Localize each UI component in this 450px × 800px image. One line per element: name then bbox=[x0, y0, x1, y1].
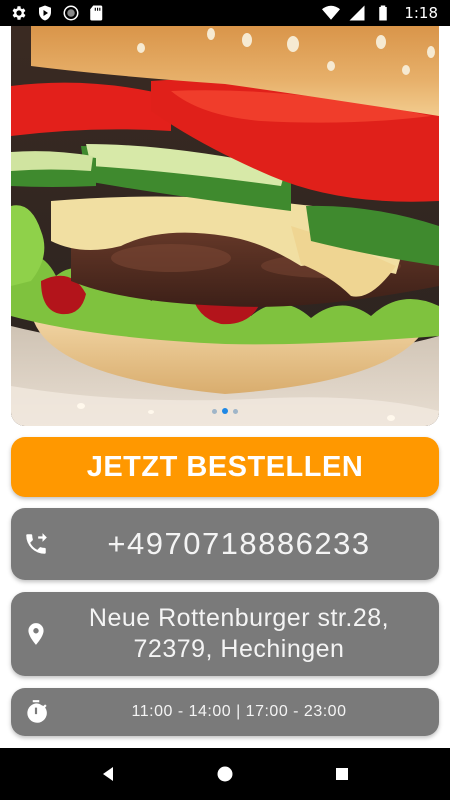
burger-image-carousel[interactable] bbox=[11, 26, 439, 426]
battery-icon bbox=[374, 4, 392, 22]
opening-hours-text: 11:00 - 14:00 | 17:00 - 23:00 bbox=[131, 703, 347, 720]
settings-icon bbox=[10, 4, 28, 22]
carousel-dot[interactable] bbox=[233, 408, 238, 414]
status-bar: 1:18 bbox=[0, 0, 450, 26]
phone-number[interactable]: +4970718886233 bbox=[11, 526, 439, 562]
location-pin-icon bbox=[23, 621, 49, 647]
recents-icon[interactable] bbox=[330, 762, 354, 786]
sd-card-icon bbox=[88, 4, 106, 22]
status-bar-left bbox=[10, 4, 106, 22]
order-now-button[interactable]: JETZT BESTELLEN bbox=[11, 437, 439, 497]
opening-hours-card: 11:00 - 14:00 | 17:00 - 23:00 bbox=[11, 688, 439, 736]
address-text: Neue Rottenburger str.28, 72379, Heching… bbox=[11, 603, 439, 665]
carousel-indicator bbox=[11, 408, 439, 414]
home-icon[interactable] bbox=[213, 762, 237, 786]
navigation-bar bbox=[0, 748, 450, 800]
status-time: 1:18 bbox=[404, 4, 438, 22]
carousel-dot-active[interactable] bbox=[222, 408, 228, 414]
sync-icon bbox=[62, 4, 80, 22]
address-line-2: 72379, Hechingen bbox=[133, 635, 345, 663]
back-icon[interactable] bbox=[96, 762, 120, 786]
burger-photo bbox=[11, 26, 439, 426]
cellular-icon bbox=[348, 4, 366, 22]
phone-forward-icon bbox=[23, 531, 49, 557]
stopwatch-icon bbox=[23, 699, 49, 725]
carousel-dot[interactable] bbox=[212, 408, 217, 414]
phone-card[interactable]: +4970718886233 bbox=[11, 508, 439, 580]
status-bar-right: 1:18 bbox=[322, 4, 438, 22]
address-card[interactable]: Neue Rottenburger str.28, 72379, Heching… bbox=[11, 592, 439, 676]
address-line-1: Neue Rottenburger str.28, bbox=[88, 604, 390, 632]
wifi-icon bbox=[322, 4, 341, 22]
shield-icon bbox=[36, 4, 54, 22]
